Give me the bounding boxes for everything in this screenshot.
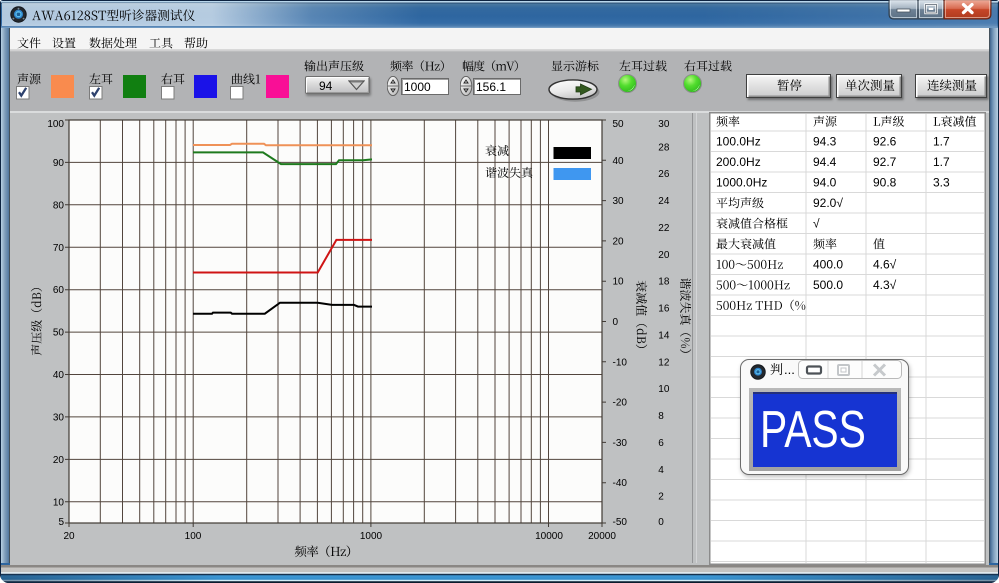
- svg-text:92.0√: 92.0√: [813, 196, 843, 210]
- svg-text:10: 10: [658, 384, 670, 395]
- svg-text:20: 20: [53, 455, 65, 466]
- svg-text:40: 40: [613, 156, 625, 167]
- svg-text:94.4: 94.4: [813, 155, 837, 169]
- svg-text:1.7: 1.7: [933, 155, 950, 169]
- svg-text:2: 2: [658, 492, 664, 503]
- svg-text:92.7: 92.7: [873, 155, 897, 169]
- svg-text:√: √: [813, 217, 820, 231]
- svg-text:90: 90: [53, 158, 65, 169]
- svg-text:22: 22: [658, 223, 670, 234]
- svg-text:16: 16: [658, 304, 670, 315]
- svg-text:100.0Hz: 100.0Hz: [716, 135, 761, 149]
- svg-text:4: 4: [658, 465, 664, 476]
- svg-text:20: 20: [613, 236, 625, 247]
- svg-text:6: 6: [658, 438, 664, 449]
- svg-text:20000: 20000: [588, 531, 616, 542]
- svg-text:50: 50: [613, 119, 625, 130]
- svg-text:28: 28: [658, 142, 670, 153]
- svg-text:94.0: 94.0: [813, 176, 837, 190]
- svg-text:1000: 1000: [360, 531, 383, 542]
- svg-text:0: 0: [613, 317, 619, 328]
- svg-text:4.3√: 4.3√: [873, 278, 897, 292]
- svg-text:400.0: 400.0: [813, 258, 843, 272]
- svg-text:20: 20: [658, 250, 670, 261]
- svg-text:5: 5: [58, 517, 64, 528]
- svg-text:40: 40: [53, 370, 65, 381]
- svg-text:30: 30: [658, 119, 670, 130]
- svg-text:30: 30: [53, 412, 65, 423]
- svg-text:14: 14: [658, 330, 670, 341]
- svg-text:94.3: 94.3: [813, 135, 837, 149]
- svg-text:200.0Hz: 200.0Hz: [716, 155, 761, 169]
- svg-text:100: 100: [47, 119, 64, 130]
- svg-text:-10: -10: [613, 357, 628, 368]
- svg-text:8: 8: [658, 411, 664, 422]
- svg-text:92.6: 92.6: [873, 135, 897, 149]
- svg-text:20: 20: [63, 531, 75, 542]
- svg-text:-40: -40: [613, 478, 628, 489]
- svg-text:100: 100: [185, 531, 202, 542]
- svg-text:50: 50: [53, 328, 65, 339]
- svg-text:-30: -30: [613, 438, 628, 449]
- svg-text:1.7: 1.7: [933, 135, 950, 149]
- svg-text:70: 70: [53, 243, 65, 254]
- svg-text:10: 10: [53, 497, 65, 508]
- svg-text:1000.0Hz: 1000.0Hz: [716, 176, 767, 190]
- svg-text:60: 60: [53, 285, 65, 296]
- svg-text:18: 18: [658, 277, 670, 288]
- svg-text:-50: -50: [613, 517, 628, 528]
- svg-text:10: 10: [613, 277, 625, 288]
- svg-text:10000: 10000: [535, 531, 563, 542]
- svg-text:80: 80: [53, 200, 65, 211]
- svg-text:500.0: 500.0: [813, 278, 843, 292]
- svg-text:24: 24: [658, 196, 670, 207]
- svg-text:30: 30: [613, 196, 625, 207]
- svg-text:26: 26: [658, 169, 670, 180]
- svg-text:90.8: 90.8: [873, 176, 897, 190]
- svg-text:4.6√: 4.6√: [873, 258, 897, 272]
- svg-text:-20: -20: [613, 398, 628, 409]
- svg-text:0: 0: [658, 517, 664, 528]
- svg-text:...: ...: [784, 363, 795, 377]
- svg-text:12: 12: [658, 357, 670, 368]
- svg-text:3.3: 3.3: [933, 176, 950, 190]
